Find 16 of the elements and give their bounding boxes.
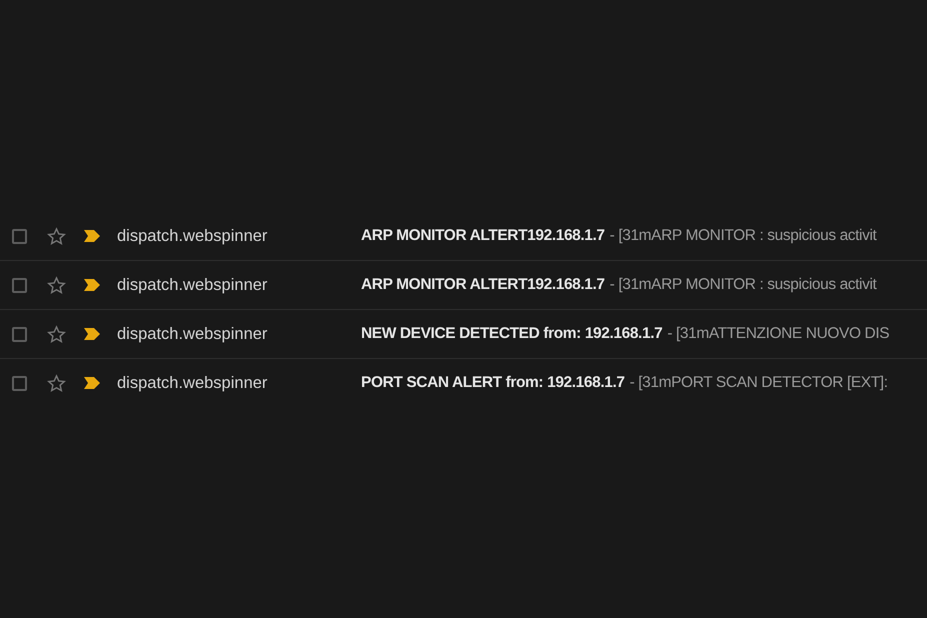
- message-subject: PORT SCAN ALERT from: 192.168.1.7: [361, 374, 625, 392]
- message-row[interactable]: dispatch.webspinner ARP MONITOR ALTERT192.168.1.7 - [31mARP MONITOR : suspicious activit: [0, 212, 927, 261]
- sender-name: dispatch.webspinner: [117, 324, 268, 344]
- message-subject: NEW DEVICE DETECTED from: 192.168.1.7: [361, 325, 662, 343]
- message-subject: ARP MONITOR ALTERT192.168.1.7: [361, 276, 605, 294]
- sender-name: dispatch.webspinner: [117, 276, 268, 294]
- message-row[interactable]: dispatch.webspinner PORT SCAN ALERT from: 192.168.1.7 - [31mPORT SCAN DETECTOR [EXT]:: [0, 359, 927, 407]
- message-row[interactable]: dispatch.webspinner NEW DEVICE DETECTED from: 192.168.1.7 - [31mATTENZIONE NUOVO DIS: [0, 310, 927, 359]
- message-snippet: - [31mPORT SCAN DETECTOR [EXT]:: [630, 374, 888, 392]
- sender-name: dispatch.webspinner: [117, 226, 268, 246]
- message-subject: ARP MONITOR ALTERT192.168.1.7: [361, 227, 605, 245]
- message-row[interactable]: dispatch.webspinner ARP MONITOR ALTERT192.168.1.7 - [31mARP MONITOR : suspicious activit: [0, 261, 927, 310]
- message-snippet: - [31mATTENZIONE NUOVO DIS: [667, 325, 890, 343]
- message-snippet: - [31mARP MONITOR : suspicious activit: [610, 276, 876, 294]
- message-snippet: - [31mARP MONITOR : suspicious activit: [610, 227, 876, 245]
- sender-name: dispatch.webspinner: [117, 374, 268, 392]
